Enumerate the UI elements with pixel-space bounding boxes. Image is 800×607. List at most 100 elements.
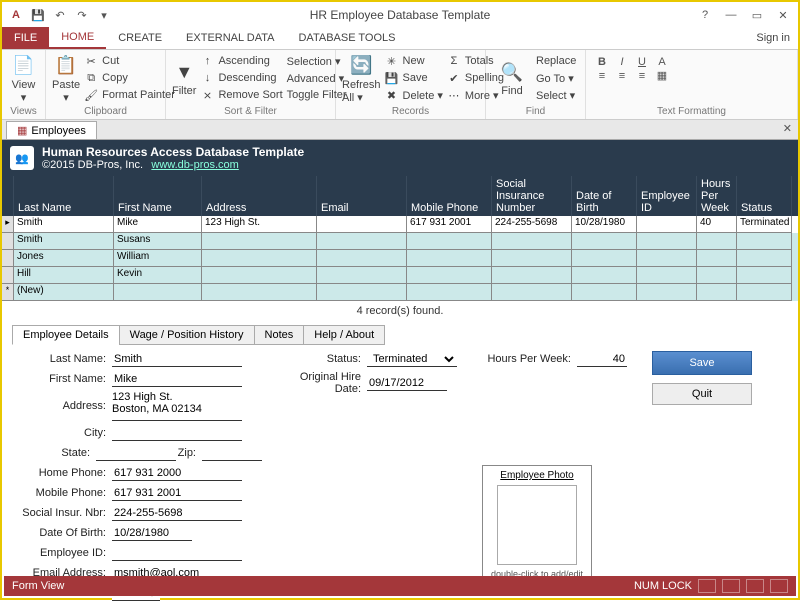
cell[interactable] — [317, 233, 407, 250]
cell[interactable] — [697, 267, 737, 284]
cell[interactable] — [637, 250, 697, 267]
font-color-icon[interactable]: A — [652, 56, 672, 68]
state-field[interactable] — [96, 445, 176, 461]
row-selector[interactable] — [2, 233, 14, 250]
cell[interactable] — [697, 250, 737, 267]
remove-sort-button[interactable]: ⨯Remove Sort — [200, 87, 282, 103]
col-ssn[interactable]: Social Insurance Number — [492, 176, 572, 216]
bold-icon[interactable]: B — [592, 56, 612, 68]
col-lastname[interactable]: Last Name — [14, 176, 114, 216]
save-icon[interactable]: 💾 — [28, 5, 48, 25]
mobile-phone-field[interactable] — [112, 485, 242, 501]
align-center-icon[interactable]: ≡ — [612, 70, 632, 82]
paste-button[interactable]: 📋Paste▾ — [52, 52, 80, 104]
align-right-icon[interactable]: ≡ — [632, 70, 652, 82]
tab-external-data[interactable]: EXTERNAL DATA — [174, 27, 286, 49]
col-hpw[interactable]: Hours Per Week — [697, 176, 737, 216]
dtab-wage-history[interactable]: Wage / Position History — [119, 325, 255, 345]
dob-field[interactable] — [112, 525, 192, 541]
cell[interactable]: Smith — [14, 233, 114, 250]
text-formatting-controls[interactable]: BIUA ≡≡≡▦ — [592, 52, 791, 104]
cell[interactable] — [637, 267, 697, 284]
ssn-field[interactable] — [112, 505, 242, 521]
last-name-field[interactable] — [112, 351, 242, 367]
filter-button[interactable]: ▼Filter — [172, 52, 196, 104]
cell[interactable] — [697, 233, 737, 250]
close-icon[interactable]: ✕ — [774, 9, 792, 22]
cell[interactable] — [737, 233, 792, 250]
cell[interactable]: Hill — [14, 267, 114, 284]
cell[interactable] — [572, 250, 637, 267]
view-datasheet-icon[interactable] — [722, 579, 740, 593]
cell[interactable]: 40 — [697, 216, 737, 233]
cell[interactable] — [317, 267, 407, 284]
dtab-notes[interactable]: Notes — [254, 325, 305, 345]
col-dob[interactable]: Date of Birth — [572, 176, 637, 216]
cell[interactable]: 123 High St. — [202, 216, 317, 233]
row-selector[interactable] — [2, 267, 14, 284]
view-form-icon[interactable] — [698, 579, 716, 593]
cell[interactable] — [407, 250, 492, 267]
cell[interactable]: Jones — [14, 250, 114, 267]
cell[interactable]: Mike — [114, 216, 202, 233]
col-email[interactable]: Email — [317, 176, 407, 216]
delete-record-button[interactable]: ✖Delete ▾ — [385, 87, 443, 103]
cell[interactable] — [492, 250, 572, 267]
photo-frame[interactable] — [497, 485, 577, 565]
cell[interactable] — [572, 267, 637, 284]
row-selector[interactable] — [2, 250, 14, 267]
cell[interactable]: 617 931 2001 — [407, 216, 492, 233]
refresh-all-button[interactable]: 🔄Refresh All ▾ — [342, 52, 381, 104]
table-row[interactable]: JonesWilliam — [2, 250, 798, 267]
close-tab-icon[interactable]: ✕ — [783, 122, 792, 135]
cell[interactable] — [637, 216, 697, 233]
fill-color-icon[interactable]: ▦ — [652, 69, 672, 82]
cell[interactable] — [737, 250, 792, 267]
row-selector[interactable]: ▸ — [2, 216, 14, 233]
replace-button[interactable]: Replace — [536, 53, 576, 69]
hpw-field[interactable] — [577, 351, 627, 367]
zip-field[interactable] — [202, 445, 262, 461]
col-mobile[interactable]: Mobile Phone — [407, 176, 492, 216]
col-eid[interactable]: Employee ID — [637, 176, 697, 216]
col-address[interactable]: Address — [202, 176, 317, 216]
goto-button[interactable]: Go To ▾ — [536, 70, 576, 86]
cell[interactable] — [407, 233, 492, 250]
table-row[interactable]: SmithSusans — [2, 233, 798, 250]
vendor-link[interactable]: www.db-pros.com — [151, 159, 238, 171]
address-field[interactable]: 123 High St. Boston, MA 02134 — [112, 391, 242, 421]
cell[interactable] — [317, 216, 407, 233]
cell[interactable]: Susans — [114, 233, 202, 250]
dtab-employee-details[interactable]: Employee Details — [12, 325, 120, 345]
cell[interactable]: Terminated — [737, 216, 792, 233]
new-record-button[interactable]: ✳New — [385, 53, 443, 69]
undo-icon[interactable]: ↶ — [50, 5, 70, 25]
view-button[interactable]: 📄View▾ — [8, 52, 39, 104]
tab-employees[interactable]: ▦Employees — [6, 121, 97, 139]
save-record-button[interactable]: 💾Save — [385, 70, 443, 86]
table-row[interactable]: ▸SmithMike123 High St.617 931 2001224-25… — [2, 216, 798, 233]
redo-icon[interactable]: ↷ — [72, 5, 92, 25]
cell[interactable] — [492, 233, 572, 250]
help-icon[interactable]: ? — [696, 9, 714, 22]
eid-field[interactable] — [112, 545, 242, 561]
home-phone-field[interactable] — [112, 465, 242, 481]
status-select[interactable]: Terminated — [367, 351, 457, 367]
save-button[interactable]: Save — [652, 351, 752, 375]
cell[interactable] — [202, 267, 317, 284]
cell[interactable] — [317, 250, 407, 267]
tab-database-tools[interactable]: DATABASE TOOLS — [286, 27, 407, 49]
italic-icon[interactable]: I — [612, 56, 632, 68]
tab-file[interactable]: FILE — [2, 27, 49, 49]
cell[interactable] — [202, 233, 317, 250]
col-firstname[interactable]: First Name — [114, 176, 202, 216]
cell[interactable] — [637, 233, 697, 250]
cell[interactable] — [202, 250, 317, 267]
cell[interactable] — [572, 233, 637, 250]
qat-dropdown-icon[interactable]: ▾ — [94, 5, 114, 25]
view-layout-icon[interactable] — [746, 579, 764, 593]
cell[interactable]: 10/28/1980 — [572, 216, 637, 233]
copy-button[interactable]: ⧉Copy — [84, 70, 175, 86]
descending-button[interactable]: ↓Descending — [200, 70, 282, 86]
view-design-icon[interactable] — [770, 579, 788, 593]
